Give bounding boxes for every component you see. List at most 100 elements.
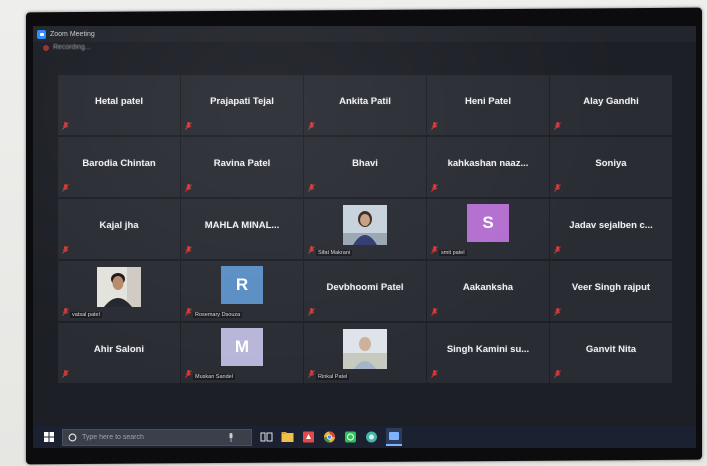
participant-tile[interactable]: M Muskan Sandel [181,323,303,383]
mic-muted-icon [185,246,192,254]
participant-tile[interactable]: MAHLA MINAL... [181,199,303,259]
file-explorer-icon[interactable] [281,431,294,443]
windows-taskbar [33,426,696,448]
mic-muted-icon [431,370,438,378]
participant-tile[interactable]: Sifat Makrani [304,199,426,259]
zoom-logo-icon [37,29,46,39]
participant-name-label: vatsal patel [70,312,102,318]
microphone-icon[interactable] [228,432,234,442]
participant-name: Alay Gandhi [583,95,639,107]
browser-icon[interactable] [365,431,378,443]
participant-tile[interactable]: Jadav sejalben c... [550,199,672,259]
participant-avatar: R [221,266,263,304]
pdf-icon[interactable] [302,431,315,443]
participant-tile[interactable]: Barodia Chintan [58,137,180,197]
participant-tile[interactable]: Bhavi [304,137,426,197]
recording-status: Recording... [43,44,91,51]
mic-muted-icon [308,308,315,316]
participant-name: Kajal jha [99,219,139,231]
participant-tile[interactable]: Ankita Patil [304,75,426,135]
participant-name: Soniya [595,157,627,169]
participant-name: Hetal patel [94,95,144,107]
search-input[interactable] [82,433,222,441]
task-view-icon[interactable] [260,431,273,443]
mic-muted-icon [62,308,69,316]
mic-muted-icon [185,184,192,192]
participant-tile[interactable]: vatsal patel [58,261,180,321]
participant-tile[interactable]: R Rosemary Dsouza [181,261,303,321]
participant-video [343,205,387,245]
mic-muted-icon [308,122,315,130]
participant-tile[interactable]: Devbhoomi Patel [304,261,426,321]
participant-video [343,329,387,369]
participant-tile[interactable]: Kajal jha [58,199,180,259]
mic-muted-icon [185,122,192,130]
participant-grid: Hetal patel Prajapati Tejal Ankita Patil He… [58,75,672,441]
record-dot-icon [43,44,49,51]
participant-name: Aakanksha [462,281,514,293]
participant-tile[interactable]: Veer Singh rajput [550,261,672,321]
participant-name: Bhavi [352,157,378,169]
participant-tile[interactable]: Rinkal Patel [304,323,426,383]
participant-name: Devbhoomi Patel [326,281,404,293]
participant-name: Heni Patel [465,95,511,107]
window-title: Zoom Meeting [50,30,95,38]
participant-tile[interactable]: Heni Patel [427,75,549,135]
participant-name: Veer Singh rajput [571,281,651,293]
participant-tile[interactable]: Ahir Saloni [58,323,180,383]
participant-name: Barodia Chintan [82,157,156,169]
participant-name-label: Muskan Sandel [193,374,235,380]
mic-muted-icon [554,184,561,192]
mic-muted-icon [308,246,315,254]
participant-name: Ganvit Nita [585,343,637,355]
mic-muted-icon [62,246,69,254]
participant-tile[interactable]: Singh Kamini su... [427,323,549,383]
mic-muted-icon [62,122,69,130]
chrome-icon[interactable] [323,431,336,443]
participant-name: Prajapati Tejal [210,95,274,107]
mic-muted-icon [308,184,315,192]
mic-muted-icon [431,122,438,130]
participant-tile[interactable]: Ssmit patel [427,199,549,259]
mic-muted-icon [554,308,561,316]
participant-name-label: Rosemary Dsouza [193,312,243,318]
mic-muted-icon [185,370,192,378]
window-titlebar[interactable]: Zoom Meeting [33,26,696,42]
participant-name: Ravina Patel [213,157,271,169]
participant-tile[interactable]: Alay Gandhi [550,75,672,135]
mic-muted-icon [308,370,315,378]
participant-name: kahkashan naaz... [447,157,529,169]
participant-name: Ahir Saloni [93,343,145,355]
participant-avatar: S [467,204,509,242]
participant-name: Singh Kamini su... [446,343,530,355]
mic-muted-icon [431,246,438,254]
mic-muted-icon [554,370,561,378]
participant-tile[interactable]: Aakanksha [427,261,549,321]
recording-status-text: Recording... [53,44,91,51]
participant-name-label: smit patel [439,250,467,256]
participant-name: MAHLA MINAL... [204,219,280,231]
participant-name: Jadav sejalben c... [569,219,653,231]
zoom-taskbar-icon[interactable] [386,428,402,446]
participant-tile[interactable]: Ravina Patel [181,137,303,197]
mic-muted-icon [431,184,438,192]
participant-tile[interactable]: Hetal patel [58,75,180,135]
mic-muted-icon [62,370,69,378]
mic-muted-icon [431,308,438,316]
taskbar-search-box[interactable] [62,428,252,446]
mic-muted-icon [185,308,192,316]
participant-tile[interactable]: Prajapati Tejal [181,75,303,135]
participant-name: Ankita Patil [339,95,391,107]
search-icon [68,433,77,441]
start-icon[interactable] [44,432,54,442]
mic-muted-icon [554,246,561,254]
participant-name-label: Rinkal Patel [316,374,350,380]
whatsapp-icon[interactable] [344,431,357,443]
participant-tile[interactable]: Ganvit Nita [550,323,672,383]
participant-video [97,267,141,307]
participant-avatar: M [221,328,263,366]
participant-tile[interactable]: Soniya [550,137,672,197]
mic-muted-icon [62,184,69,192]
screen: Zoom Meeting Recording... Hetal patel Pra… [33,26,696,448]
participant-tile[interactable]: kahkashan naaz... [427,137,549,197]
